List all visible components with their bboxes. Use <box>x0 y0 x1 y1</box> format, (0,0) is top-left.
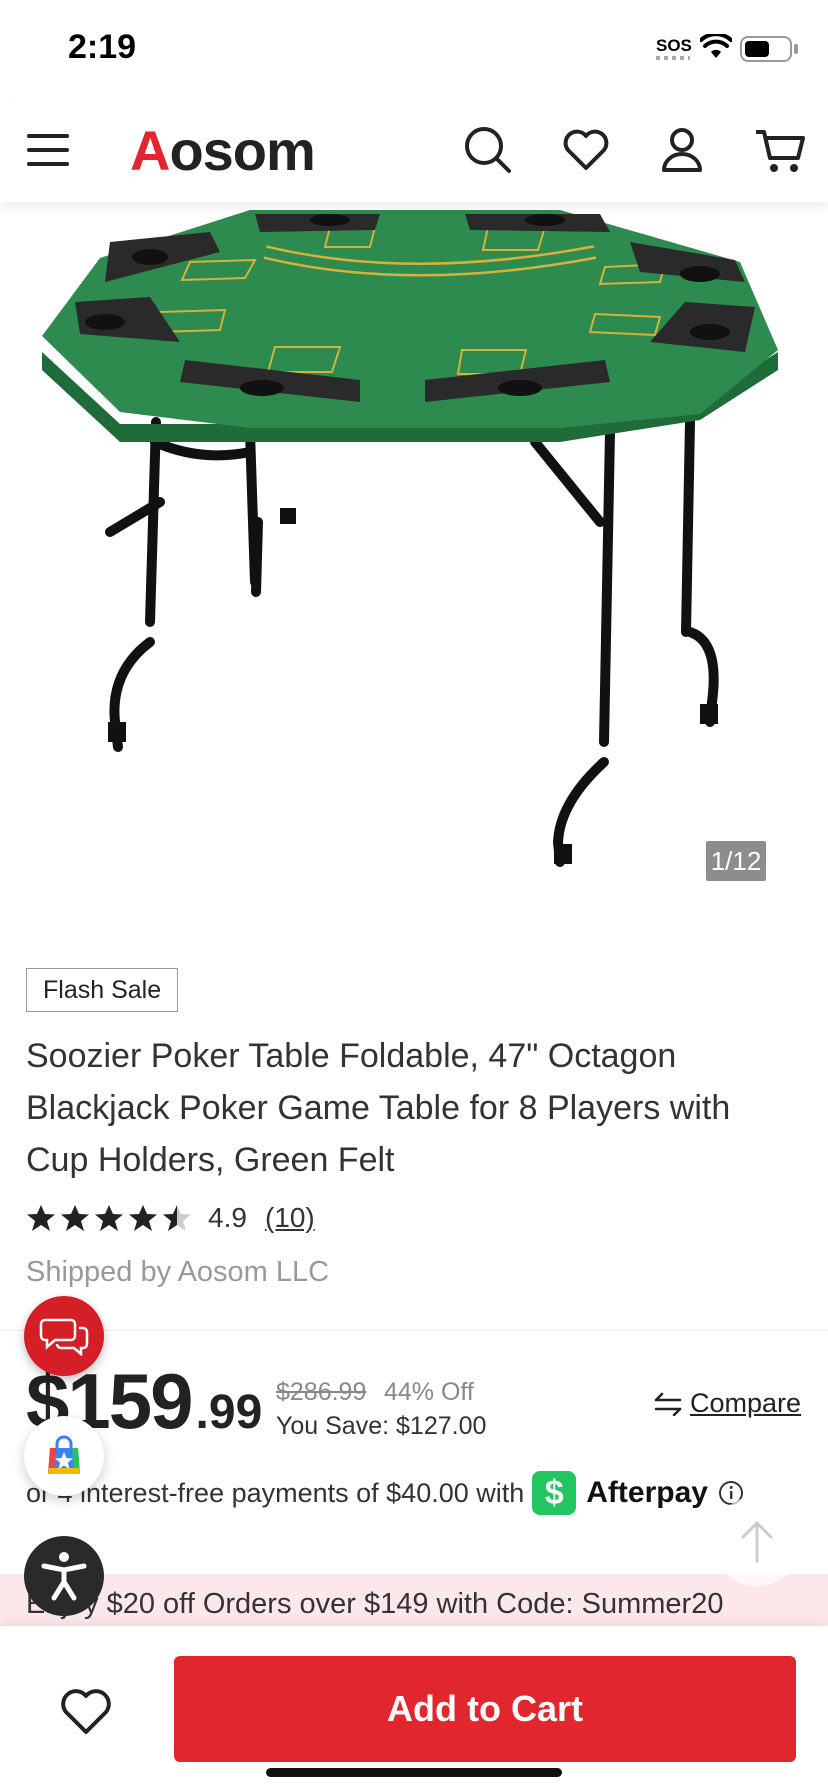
home-indicator[interactable] <box>266 1768 562 1777</box>
add-to-cart-button[interactable]: Add to Cart <box>174 1656 796 1762</box>
promo-text: Enjoy $20 off Orders over $149 with Code… <box>26 1588 724 1620</box>
star-icon <box>95 1205 123 1231</box>
rating-value: 4.9 <box>208 1202 247 1233</box>
chat-bubbles-icon <box>39 1318 89 1356</box>
star-icon <box>129 1205 157 1231</box>
half-star-icon <box>163 1205 191 1231</box>
review-count-link[interactable]: (10) <box>265 1202 315 1234</box>
heart-icon[interactable] <box>558 122 614 178</box>
image-counter: 1/12 <box>706 841 766 881</box>
signal-dots-icon <box>656 56 690 60</box>
cart-icon[interactable] <box>752 122 808 178</box>
status-time: 2:19 <box>68 28 137 66</box>
shipped-by: Shipped by Aosom LLC <box>26 1256 330 1288</box>
heart-icon <box>61 1689 111 1734</box>
afterpay-text: or 4 interest-free payments of $40.00 wi… <box>26 1477 525 1508</box>
accessibility-button[interactable] <box>24 1536 104 1616</box>
price-cents: .99 <box>195 1386 263 1439</box>
compare-link[interactable]: Compare <box>654 1388 801 1419</box>
menu-icon[interactable] <box>20 122 76 178</box>
rating-stars <box>26 1203 192 1233</box>
star-icon <box>27 1205 55 1231</box>
afterpay-row: or 4 interest-free payments of $40.00 wi… <box>26 1470 744 1516</box>
original-price: $286.99 <box>276 1378 367 1406</box>
back-to-top-button[interactable] <box>712 1496 802 1586</box>
product-image-gallery[interactable] <box>0 202 828 922</box>
shopping-bag-button[interactable] <box>24 1416 104 1496</box>
aosom-logo[interactable]: Aosom <box>130 118 316 183</box>
afterpay-dollar-icon: $ <box>532 1471 577 1515</box>
rating-row: 4.9 (10) <box>26 1198 315 1238</box>
accessibility-icon <box>41 1552 87 1601</box>
promo-banner: Enjoy $20 off Orders over $149 with Code… <box>0 1574 828 1626</box>
compare-arrows-icon <box>654 1392 682 1416</box>
arrow-up-icon <box>741 1520 773 1563</box>
sos-indicator: SOS <box>656 36 692 55</box>
star-icon <box>61 1205 89 1231</box>
site-header: Aosom <box>0 100 828 202</box>
shopping-bag-icon <box>48 1435 80 1474</box>
discount-percent: 44% Off <box>384 1378 474 1406</box>
chat-button[interactable] <box>24 1296 104 1376</box>
product-title: Soozier Poker Table Foldable, 47" Octago… <box>26 1037 731 1179</box>
savings-text: You Save: $127.00 <box>276 1412 487 1440</box>
flash-sale-badge: Flash Sale <box>26 968 179 1012</box>
divider <box>0 1330 828 1331</box>
search-icon[interactable] <box>460 122 516 178</box>
afterpay-brand: Afterpay <box>586 1476 708 1509</box>
wishlist-button[interactable] <box>56 1684 116 1740</box>
account-icon[interactable] <box>654 122 710 178</box>
poker-table-image <box>42 210 778 867</box>
battery-icon <box>740 36 792 62</box>
status-bar: 2:19 SOS <box>0 0 828 100</box>
wifi-icon <box>700 34 732 58</box>
